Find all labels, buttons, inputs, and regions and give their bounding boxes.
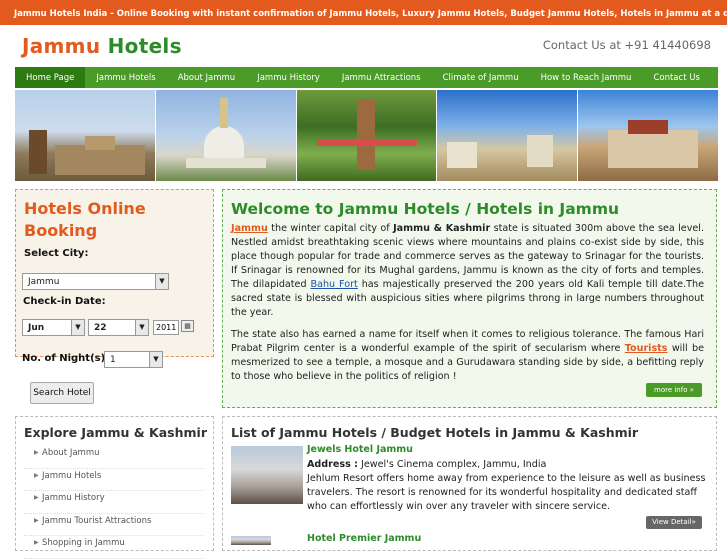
welcome-paragraph-2: The state also has earned a name for its…	[231, 328, 704, 384]
hotel-list-title: List of Jammu Hotels / Budget Hotels in …	[231, 425, 639, 440]
explore-item-label: Jammu Hotels	[42, 470, 102, 481]
city-select[interactable]: Jammu ▼	[22, 273, 169, 290]
month-select[interactable]: Jun ▼	[22, 319, 85, 336]
hotel-description: Jehlum Resort offers home away from expe…	[307, 473, 706, 512]
banner-photo-ladakh	[437, 90, 578, 181]
nav-how-to-reach[interactable]: How to Reach Jammu	[530, 67, 643, 88]
banner-photo-stupa	[155, 90, 296, 181]
city-label: Select City:	[24, 248, 89, 259]
contact-phone: Contact Us at +91 41440698	[542, 38, 711, 52]
triangle-right-icon: ▶	[34, 449, 39, 456]
nav-contact-us[interactable]: Contact Us	[642, 67, 710, 88]
chevron-down-icon: ▼	[71, 320, 84, 335]
nav-jammu-history[interactable]: Jammu History	[246, 67, 331, 88]
explore-item-attractions[interactable]: ▶ Jammu Tourist Attractions	[24, 514, 204, 536]
chevron-down-icon: ▼	[149, 352, 162, 367]
nav-home[interactable]: Home Page	[15, 67, 86, 88]
month-select-value: Jun	[28, 323, 45, 333]
nav-jammu-attractions[interactable]: Jammu Attractions	[331, 67, 432, 88]
top-announcement-bar: Jammu Hotels India - Online Booking with…	[0, 0, 727, 25]
booking-title: Hotels Online Booking	[24, 199, 146, 240]
explore-panel: Explore Jammu & Kashmir ▶ About Jammu ▶ Ja…	[15, 416, 214, 559]
text-span: the winter capital city of	[267, 223, 394, 234]
nights-label: No. of Night(s):	[22, 353, 110, 364]
tourists-link[interactable]: Tourists	[625, 343, 668, 354]
search-hotel-button[interactable]: Search Hotel	[30, 382, 94, 404]
hotel-name-link[interactable]: Jewels Hotel Jammu	[307, 444, 413, 455]
nav-climate[interactable]: Climate of Jammu	[432, 67, 530, 88]
calendar-icon[interactable]: ▦	[181, 320, 194, 332]
triangle-right-icon: ▶	[34, 516, 39, 524]
logo-text-jammu: Jammu	[22, 34, 101, 58]
hotel-address: Address : Jewel's Cinema complex, Jammu,…	[307, 458, 711, 472]
welcome-paragraph-1: Jammu the winter capital city of Jammu &…	[231, 222, 704, 320]
year-input[interactable]: 2011	[153, 320, 179, 335]
explore-item-label: Jammu History	[42, 493, 105, 503]
explore-item-shopping[interactable]: ▶ Shopping in Jammu	[24, 536, 204, 559]
hotel-thumbnail[interactable]	[231, 536, 271, 545]
city-select-value: Jammu	[28, 277, 60, 287]
explore-item-label: About Jammu	[42, 448, 100, 458]
welcome-title: Welcome to Jammu Hotels / Hotels in Jamm…	[231, 200, 619, 218]
triangle-right-icon: ▶	[34, 539, 39, 546]
hotel-thumbnail[interactable]	[231, 446, 303, 504]
banner-photo-monastery	[578, 90, 718, 181]
text-bold: Jammu & Kashmir	[393, 223, 491, 234]
jammu-link[interactable]: Jammu	[231, 223, 268, 234]
chevron-down-icon: ▼	[135, 320, 148, 335]
nav-about-jammu[interactable]: About Jammu	[167, 67, 247, 88]
site-header: Jammu Hotels Contact Us at +91 41440698	[0, 25, 727, 67]
nights-select-value: 1	[110, 355, 116, 365]
banner-photo-garden	[296, 90, 437, 181]
day-select[interactable]: 22 ▼	[88, 319, 149, 336]
chevron-down-icon: ▼	[155, 274, 168, 289]
view-detail-button[interactable]: View Detail»	[646, 516, 702, 529]
triangle-right-icon: ▶	[34, 494, 39, 501]
banner-photo-strip	[15, 90, 718, 181]
nav-jammu-hotels[interactable]: Jammu Hotels	[85, 67, 166, 88]
triangle-right-icon: ▶	[34, 471, 39, 479]
banner-photo-palace	[15, 90, 155, 181]
logo-text-hotels: Hotels	[107, 34, 182, 58]
address-label: Address :	[307, 459, 358, 470]
hotel-name-link[interactable]: Hotel Premier Jammu	[307, 533, 421, 544]
day-select-value: 22	[94, 323, 107, 333]
welcome-panel: Welcome to Jammu Hotels / Hotels in Jamm…	[222, 189, 717, 408]
explore-item-hotels[interactable]: ▶ Jammu Hotels	[24, 469, 204, 491]
more-info-button[interactable]: more info »	[646, 383, 702, 397]
explore-item-history[interactable]: ▶ Jammu History	[24, 491, 204, 514]
bahu-fort-link[interactable]: Bahu Fort	[310, 279, 357, 290]
explore-item-about[interactable]: ▶ About Jammu	[24, 446, 204, 469]
site-logo[interactable]: Jammu Hotels	[22, 34, 182, 58]
explore-item-label: Shopping in Jammu	[42, 538, 125, 548]
main-nav: Home Page Jammu Hotels About Jammu Jammu…	[15, 67, 718, 88]
nights-select[interactable]: 1 ▼	[104, 351, 163, 368]
address-text: Jewel's Cinema complex, Jammu, India	[358, 459, 547, 470]
explore-item-label: Jammu Tourist Attractions	[42, 515, 152, 526]
checkin-label: Check-in Date:	[23, 296, 106, 307]
explore-title: Explore Jammu & Kashmir	[24, 425, 207, 440]
